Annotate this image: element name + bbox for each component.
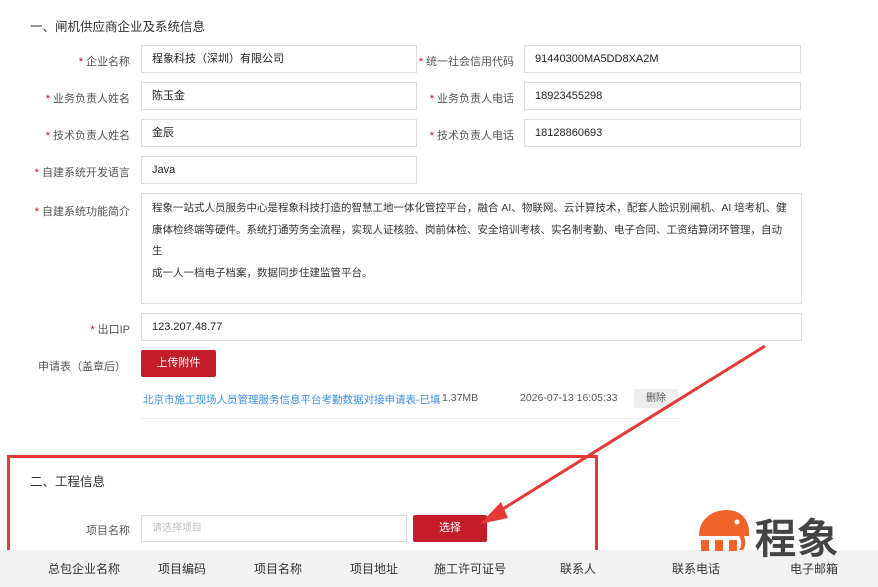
project-table-header: 总包企业名称 项目编码 项目名称 项目地址 施工许可证号 联系人 联系电话 电子…: [0, 550, 878, 587]
table-header-cell: 项目编码: [158, 562, 207, 576]
elephant-logo-icon: [693, 506, 751, 552]
table-header-cell: 项目名称: [254, 562, 303, 576]
table-header-cell: 联系人: [560, 562, 597, 576]
table-header-cell: 施工许可证号: [434, 562, 507, 576]
table-header-cell: 联系电话: [672, 562, 721, 576]
table-header-cell: 项目地址: [350, 562, 399, 576]
annotation-arrow: [480, 344, 766, 524]
table-header-cell: 总包企业名称: [48, 562, 121, 576]
logo-text: 程象: [755, 516, 839, 562]
